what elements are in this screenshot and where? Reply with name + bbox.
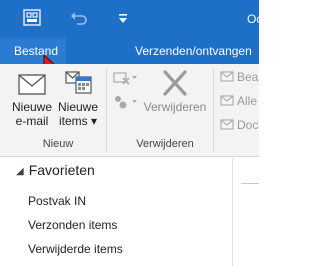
folder-inbox[interactable]: Postvak IN: [28, 194, 86, 208]
reply-all-icon: [220, 94, 234, 106]
reply-all-button[interactable]: Alle: [220, 94, 257, 108]
forward-icon: [220, 118, 234, 130]
undo-icon[interactable]: [70, 11, 88, 25]
group-divider: [106, 68, 107, 152]
delete-button[interactable]: Verwijderen: [142, 68, 208, 114]
forward-label: Doc: [237, 118, 259, 132]
customize-quick-access-icon[interactable]: [118, 12, 128, 24]
reply-label: Bea: [237, 70, 259, 84]
new-items-label-2: items ▾: [58, 114, 98, 128]
send-receive-all-icon[interactable]: [23, 9, 41, 26]
ribbon-tab-bar: Bestand Verzenden/ontvangen: [0, 38, 259, 64]
forward-button[interactable]: Doc: [220, 118, 258, 132]
group-divider: [213, 68, 214, 152]
message-list-pane: [233, 157, 259, 266]
new-email-label-2: e-mail: [15, 114, 49, 128]
tab-send-receive[interactable]: Verzenden/ontvangen: [135, 38, 252, 64]
delete-x-icon: [163, 70, 187, 96]
divider: [241, 183, 259, 184]
group-label-delete: Verwijderen: [136, 138, 194, 150]
collapse-triangle-icon[interactable]: ◢: [16, 166, 24, 177]
new-items-button[interactable]: Nieuwe items ▾: [55, 68, 101, 128]
group-label-new: Nieuw: [42, 138, 74, 150]
folder-sent-items[interactable]: Verzonden items: [28, 218, 117, 232]
title-bar: Oc: [0, 0, 263, 38]
new-email-label-1: Nieuwe: [11, 100, 53, 114]
navigation-pane: ◢ Favorieten Postvak IN Verzonden items V…: [0, 157, 233, 266]
new-items-label-1: Nieuwe: [57, 100, 99, 114]
ignore-icon[interactable]: [112, 70, 138, 91]
reply-all-label: Alle: [237, 94, 258, 108]
reply-button[interactable]: Bea: [220, 70, 258, 84]
envelope-icon: [18, 74, 46, 95]
favorites-header[interactable]: ◢ Favorieten: [16, 162, 95, 178]
delete-button-label: Verwijderen: [143, 100, 207, 114]
cleanup-icon[interactable]: [112, 94, 138, 115]
favorites-label: Favorieten: [28, 162, 95, 178]
window-title: Oc: [247, 12, 263, 26]
folder-deleted-items[interactable]: Verwijderde items: [28, 242, 123, 256]
new-items-icon: [65, 71, 92, 94]
ribbon: Nieuwe e-mail Nieuwe items ▾ Nieuw Verwi…: [0, 64, 259, 157]
reply-icon: [220, 70, 234, 82]
new-email-button[interactable]: Nieuwe e-mail: [10, 68, 54, 128]
